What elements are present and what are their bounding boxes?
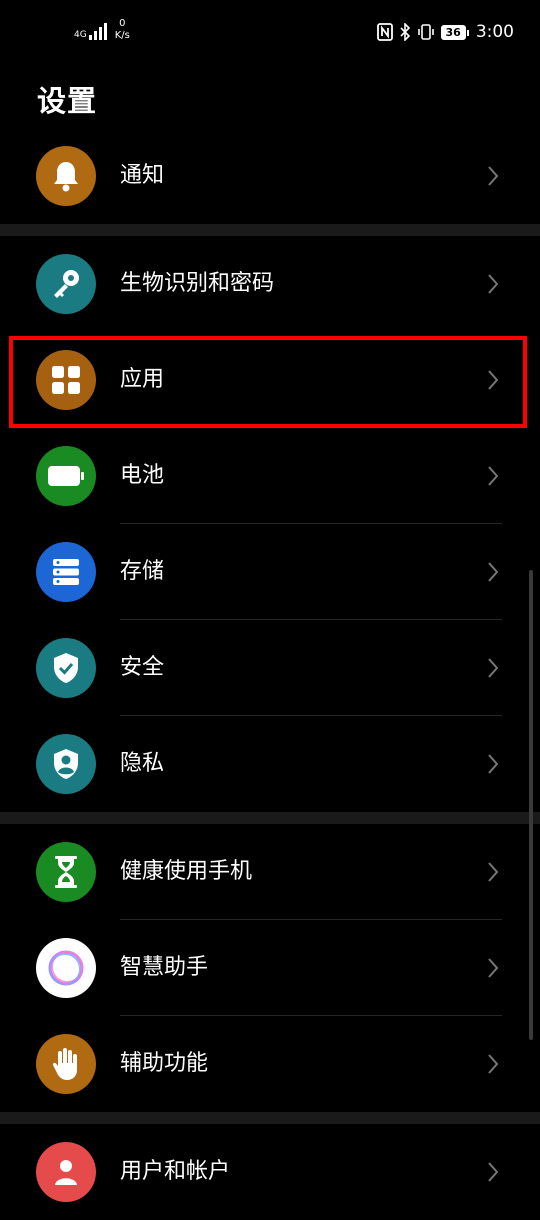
user-icon (36, 1142, 96, 1202)
vibrate-icon (417, 24, 434, 40)
network-speed: 0 K/s (115, 18, 130, 42)
signal-group: 4G (74, 18, 107, 40)
menu-label: 安全 (120, 655, 165, 680)
menu-item-accessibility[interactable]: 辅助功能 (0, 1016, 540, 1112)
privacy-shield-icon (36, 734, 96, 794)
menu-label: 生物识别和密码 (120, 271, 275, 296)
battery-indicator: 36 (440, 24, 470, 40)
menu-label: 智慧助手 (120, 955, 209, 980)
menu-label: 用户和帐户 (120, 1159, 231, 1184)
battery-icon (36, 446, 96, 506)
scrollbar[interactable] (529, 570, 533, 1040)
menu-item-digital-balance[interactable]: 健康使用手机 (0, 824, 540, 920)
menu-item-battery[interactable]: 电池 (0, 428, 540, 524)
chevron-right-icon (488, 958, 499, 978)
menu-item-notifications[interactable]: 通知 (0, 128, 540, 224)
menu-label: 辅助功能 (120, 1051, 209, 1076)
chevron-right-icon (488, 1054, 499, 1074)
speed-value: 0 (119, 18, 126, 29)
status-bar: 4G 0 K/s 36 3:00 (0, 0, 540, 66)
status-right: 36 3:00 (376, 22, 514, 42)
shield-check-icon (36, 638, 96, 698)
section-divider (0, 812, 540, 824)
network-type: 4G (74, 30, 87, 40)
menu-item-security[interactable]: 安全 (0, 620, 540, 716)
key-icon (36, 254, 96, 314)
chevron-right-icon (488, 166, 499, 186)
highlight-box (9, 336, 527, 428)
chevron-right-icon (488, 466, 499, 486)
speed-unit: K/s (114, 30, 130, 41)
chevron-right-icon (488, 754, 499, 774)
menu-item-storage[interactable]: 存储 (0, 524, 540, 620)
menu-item-users-accounts[interactable]: 用户和帐户 (0, 1124, 540, 1220)
menu-item-assistant[interactable]: 智慧助手 (0, 920, 540, 1016)
storage-icon (36, 542, 96, 602)
menu-label: 电池 (120, 463, 165, 488)
page-title: 设置 (37, 84, 98, 118)
chevron-right-icon (488, 562, 499, 582)
status-left: 4G 0 K/s (74, 18, 130, 42)
menu-label: 健康使用手机 (120, 859, 253, 884)
hand-icon (36, 1034, 96, 1094)
bluetooth-icon (399, 23, 410, 41)
chevron-right-icon (488, 274, 499, 294)
section-divider (0, 1112, 540, 1124)
chevron-right-icon (488, 862, 499, 882)
nfc-icon (376, 23, 393, 41)
chevron-right-icon (488, 658, 499, 678)
menu-label: 通知 (120, 163, 165, 188)
bell-icon (36, 146, 96, 206)
menu-item-privacy[interactable]: 隐私 (0, 716, 540, 812)
section-divider (0, 224, 540, 236)
assistant-ring-icon (36, 938, 96, 998)
menu-label: 隐私 (120, 751, 165, 776)
clock: 3:00 (475, 22, 514, 42)
signal-icon (88, 20, 107, 40)
chevron-right-icon (488, 1162, 499, 1182)
menu-item-biometrics[interactable]: 生物识别和密码 (0, 236, 540, 332)
hourglass-icon (36, 842, 96, 902)
menu-label: 存储 (120, 559, 165, 584)
